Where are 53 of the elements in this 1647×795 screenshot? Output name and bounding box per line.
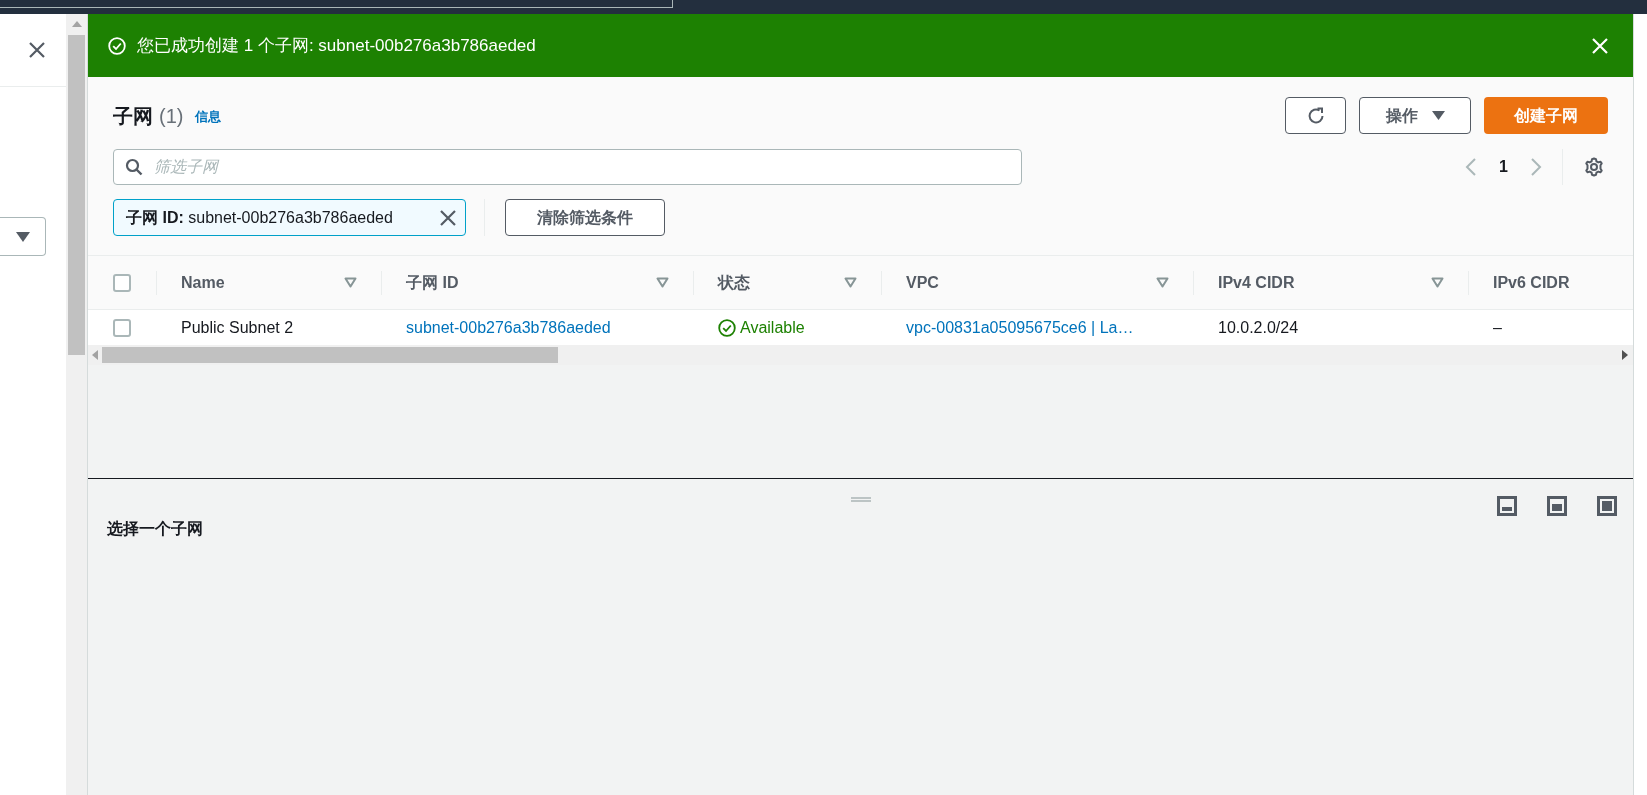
panel-bottom-icon[interactable] <box>1497 496 1517 516</box>
details-message: 选择一个子网 <box>107 519 203 539</box>
close-icon[interactable] <box>439 208 457 227</box>
search-field[interactable]: 筛选子网 <box>113 149 1022 185</box>
clear-filters-button[interactable]: 清除筛选条件 <box>505 199 665 236</box>
scroll-left-icon[interactable] <box>91 350 99 360</box>
filter-token-text: 子网 ID: subnet-00b276a3b786aeded <box>126 207 393 228</box>
search-icon <box>125 158 143 176</box>
sort-icon[interactable] <box>1156 277 1169 288</box>
previous-page-icon[interactable] <box>1465 157 1478 177</box>
table-link[interactable]: vpc-00831a05095675ce6 | La… <box>906 315 1134 340</box>
drag-handle-icon[interactable] <box>850 497 871 502</box>
table-link[interactable]: subnet-00b276a3b786aeded <box>406 315 611 340</box>
check-circle-icon <box>718 318 736 337</box>
column-header[interactable]: Name <box>181 270 225 295</box>
column-header[interactable]: IPv6 CIDR <box>1493 270 1570 295</box>
table-cell-text: – <box>1493 317 1502 338</box>
caret-icon <box>15 231 30 242</box>
next-page-icon[interactable] <box>1530 157 1542 177</box>
scrollbar-thumb[interactable] <box>102 347 558 363</box>
sort-icon[interactable] <box>344 277 357 288</box>
panel-full-icon[interactable] <box>1597 496 1617 516</box>
column-header[interactable]: IPv4 CIDR <box>1218 270 1295 295</box>
panel-middle-icon[interactable] <box>1547 496 1567 516</box>
status-text: Available <box>740 317 805 338</box>
actions-button[interactable]: 操作 <box>1359 97 1471 134</box>
sort-icon[interactable] <box>1431 277 1444 288</box>
checkbox[interactable] <box>113 318 131 337</box>
scroll-right-icon[interactable] <box>1621 350 1629 360</box>
page-number[interactable]: 1 <box>1499 155 1508 179</box>
column-header[interactable]: 状态 <box>718 270 750 295</box>
horizontal-scrollbar[interactable] <box>88 345 1633 365</box>
scrollbar[interactable] <box>66 14 87 795</box>
refresh-icon <box>1305 105 1326 126</box>
item-count: (1) <box>159 103 184 129</box>
scroll-up-icon[interactable] <box>71 20 82 28</box>
success-message: 您已成功创建 1 个子网: subnet-00b276a3b786aeded <box>137 34 536 57</box>
sort-icon[interactable] <box>844 277 857 288</box>
caret-icon <box>1431 111 1445 120</box>
dropdown-field[interactable] <box>0 217 46 256</box>
column-header[interactable]: VPC <box>906 270 939 295</box>
checkbox[interactable] <box>113 273 131 292</box>
sort-icon[interactable] <box>656 277 669 288</box>
column-header[interactable]: 子网 ID <box>406 270 459 295</box>
settings-icon[interactable] <box>1583 156 1605 178</box>
page-title: 子网 <box>113 103 153 129</box>
table-cell-text: Public Subnet 2 <box>181 317 294 338</box>
close-icon[interactable] <box>28 41 46 59</box>
check-circle-icon <box>108 36 126 55</box>
table-cell-text: 10.0.2.0/24 <box>1218 317 1299 338</box>
scrollbar-thumb[interactable] <box>68 35 85 355</box>
refresh-button[interactable] <box>1285 97 1346 134</box>
info-link[interactable]: 信息 <box>195 106 222 127</box>
